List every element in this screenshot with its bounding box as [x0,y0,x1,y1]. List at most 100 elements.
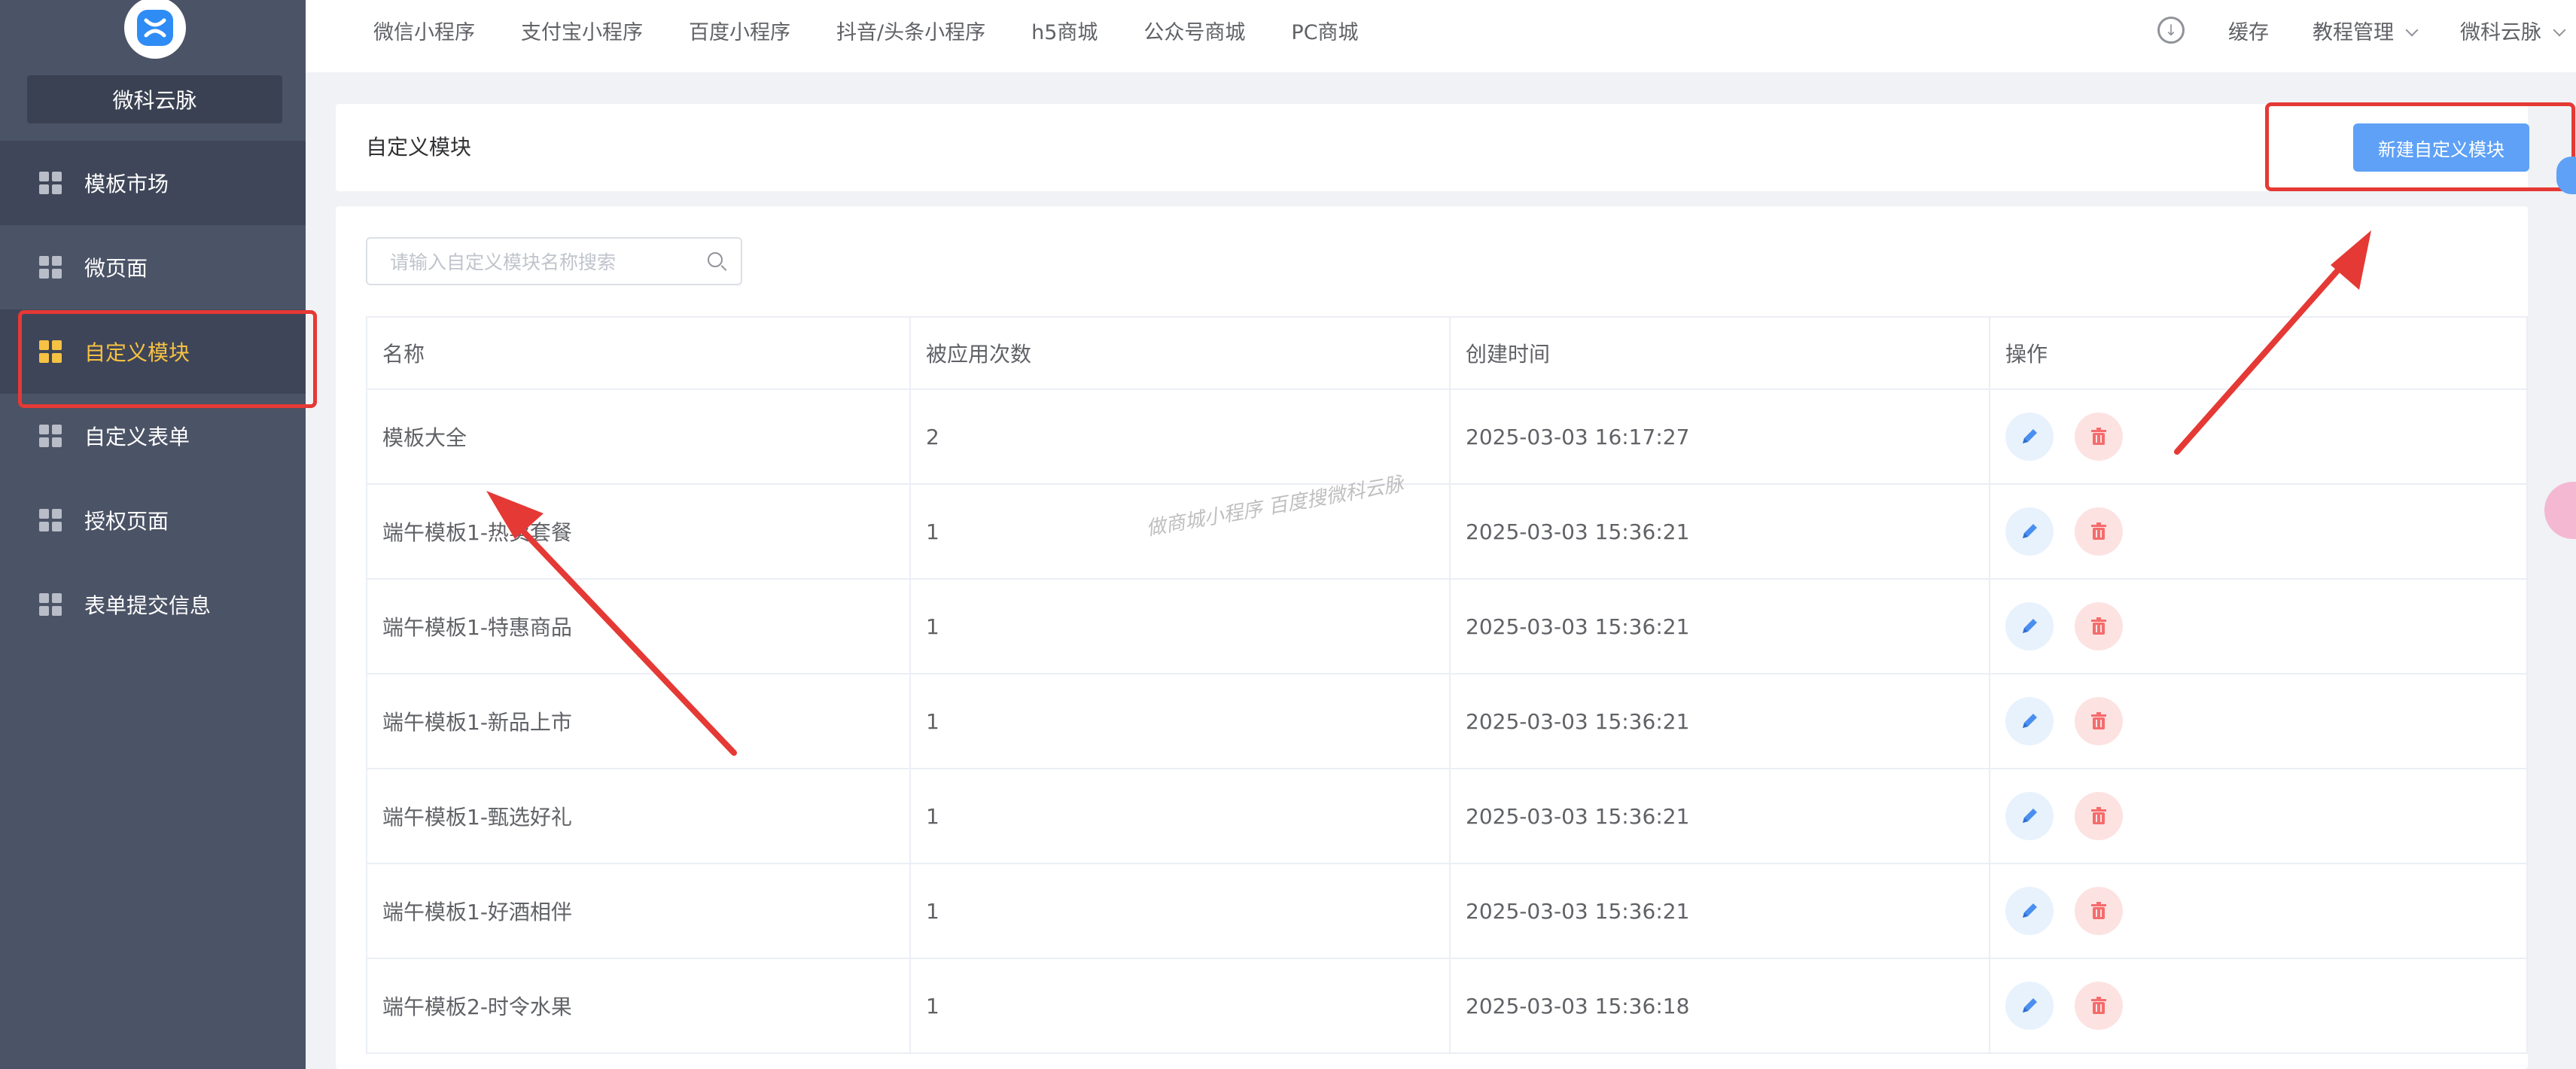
grid-icon [39,172,62,194]
cell-actions [1989,768,2528,864]
pencil-icon [2023,903,2037,918]
search-input[interactable]: 请输入自定义模块名称搜索 [366,237,742,285]
trash-icon [2091,617,2106,635]
tab-douyin-miniapp[interactable]: 抖音/头条小程序 [836,16,985,45]
cell-count: 1 [909,863,1451,959]
edit-button[interactable] [2005,697,2054,745]
table-row: 端午模板2-时令水果 1 2025-03-03 15:36:18 [366,958,2528,1054]
grid-icon [39,425,62,447]
cell-name: 端午模板1-热卖套餐 [366,483,911,580]
pencil-icon [2023,619,2037,633]
sidebar-item-auth-page[interactable]: 授权页面 [0,478,306,562]
pencil-icon [2023,714,2037,728]
tab-alipay-miniapp[interactable]: 支付宝小程序 [521,16,643,45]
module-table: 名称 被应用次数 创建时间 操作 模板大全 2 2025-03-03 16:17:2… [366,316,2528,1054]
delete-button[interactable] [2075,982,2123,1030]
sidebar-item-micro-page[interactable]: 微页面 [0,225,306,309]
cell-created: 2025-03-03 15:36:21 [1449,863,1990,959]
cell-actions [1989,863,2528,959]
sidebar-item-form-submissions[interactable]: 表单提交信息 [0,562,306,647]
cell-created: 2025-03-03 15:36:21 [1449,673,1990,769]
grid-icon [39,509,62,531]
cell-actions [1989,388,2528,485]
grid-icon [39,593,62,616]
cell-count: 1 [909,768,1451,864]
cell-name: 模板大全 [366,388,911,485]
trash-icon [2091,902,2106,919]
column-header-count: 被应用次数 [909,316,1451,390]
download-icon[interactable]: ↓ [2157,17,2185,44]
cell-created: 2025-03-03 15:36:21 [1449,578,1990,675]
sidebar-item-label: 模板市场 [84,172,169,196]
sidebar-item-label: 自定义表单 [84,425,190,449]
table-row: 端午模板1-甄选好礼 1 2025-03-03 15:36:21 [366,768,2528,864]
column-header-created: 创建时间 [1449,316,1990,390]
tab-h5-mall[interactable]: h5商城 [1031,16,1098,45]
tab-wechat-miniapp[interactable]: 微信小程序 [373,16,475,45]
chevron-down-icon [2553,23,2566,36]
annotation-box-sidebar [18,310,317,408]
grid-icon [39,256,62,279]
tutorial-menu-label: 教程管理 [2313,20,2394,44]
edit-button[interactable] [2005,602,2054,650]
cell-name: 端午模板1-好酒相伴 [366,863,911,959]
tab-baidu-miniapp[interactable]: 百度小程序 [689,16,790,45]
cache-link[interactable]: 缓存 [2228,16,2269,45]
tab-pc-mall[interactable]: PC商城 [1291,16,1358,45]
floating-service-tab[interactable] [2544,482,2576,539]
trash-icon [2091,428,2106,445]
cell-count: 2 [909,388,1451,485]
module-list-panel: 请输入自定义模块名称搜索 名称 被应用次数 创建时间 操作 模板大全 2 2025-… [336,206,2528,1069]
user-menu-label: 微科云脉 [2460,20,2541,44]
cell-actions [1989,673,2528,769]
search-icon[interactable] [708,252,723,267]
table-row: 端午模板1-特惠商品 1 2025-03-03 15:36:21 [366,578,2528,675]
floating-side-tab[interactable] [2556,157,2576,194]
trash-icon [2091,712,2106,729]
sidebar-item-label: 微页面 [84,256,148,281]
cell-name: 端午模板1-甄选好礼 [366,768,911,864]
delete-button[interactable] [2075,887,2123,935]
page-title: 自定义模块 [366,135,472,160]
delete-button[interactable] [2075,413,2123,461]
cell-name: 端午模板1-特惠商品 [366,578,911,675]
table-row: 模板大全 2 2025-03-03 16:17:27 [366,388,2528,485]
annotation-box-new-button [2265,102,2575,191]
user-menu[interactable]: 微科云脉 [2460,16,2566,45]
sidebar-item-label: 表单提交信息 [84,593,212,618]
sidebar-item-label: 授权页面 [84,509,169,534]
platform-tabs: 微信小程序 支付宝小程序 百度小程序 抖音/头条小程序 h5商城 公众号商城 P… [373,0,1405,60]
cell-actions [1989,958,2528,1054]
chevron-down-icon [2405,23,2419,36]
sidebar-item-template-market[interactable]: 模板市场 [0,141,306,225]
top-right-actions: ↓ 缓存 教程管理 微科云脉 [2157,0,2576,60]
edit-button[interactable] [2005,792,2054,840]
delete-button[interactable] [2075,507,2123,556]
search-placeholder: 请输入自定义模块名称搜索 [390,251,617,273]
logo[interactable] [124,0,186,62]
cell-created: 2025-03-03 15:36:18 [1449,958,1990,1054]
cell-count: 1 [909,578,1451,675]
cell-count: 1 [909,958,1451,1054]
table-row: 端午模板1-好酒相伴 1 2025-03-03 15:36:21 [366,863,2528,959]
table-row: 端午模板1-热卖套餐 1 2025-03-03 15:36:21 [366,483,2528,580]
delete-button[interactable] [2075,792,2123,840]
cell-actions [1989,578,2528,675]
sidebar: 微科云脉 模板市场 微页面 自定义模块 自定义表单 授权页面 表单提交信息 [0,0,306,1069]
edit-button[interactable] [2005,887,2054,935]
delete-button[interactable] [2075,602,2123,650]
edit-button[interactable] [2005,507,2054,556]
edit-button[interactable] [2005,982,2054,1030]
logo-icon [124,0,186,59]
pencil-icon [2023,809,2037,823]
edit-button[interactable] [2005,413,2054,461]
top-nav-bar: 微信小程序 支付宝小程序 百度小程序 抖音/头条小程序 h5商城 公众号商城 P… [306,0,2576,72]
tab-official-account-mall[interactable]: 公众号商城 [1143,16,1245,45]
table-body: 模板大全 2 2025-03-03 16:17:27 端午模板1-热卖套餐 1 2025-… [366,388,2528,1054]
trash-icon [2091,807,2106,824]
tutorial-menu[interactable]: 教程管理 [2313,16,2419,45]
delete-button[interactable] [2075,697,2123,745]
brand-name: 微科云脉 [27,75,282,123]
cell-name: 端午模板2-时令水果 [366,958,911,1054]
pencil-icon [2023,998,2037,1013]
